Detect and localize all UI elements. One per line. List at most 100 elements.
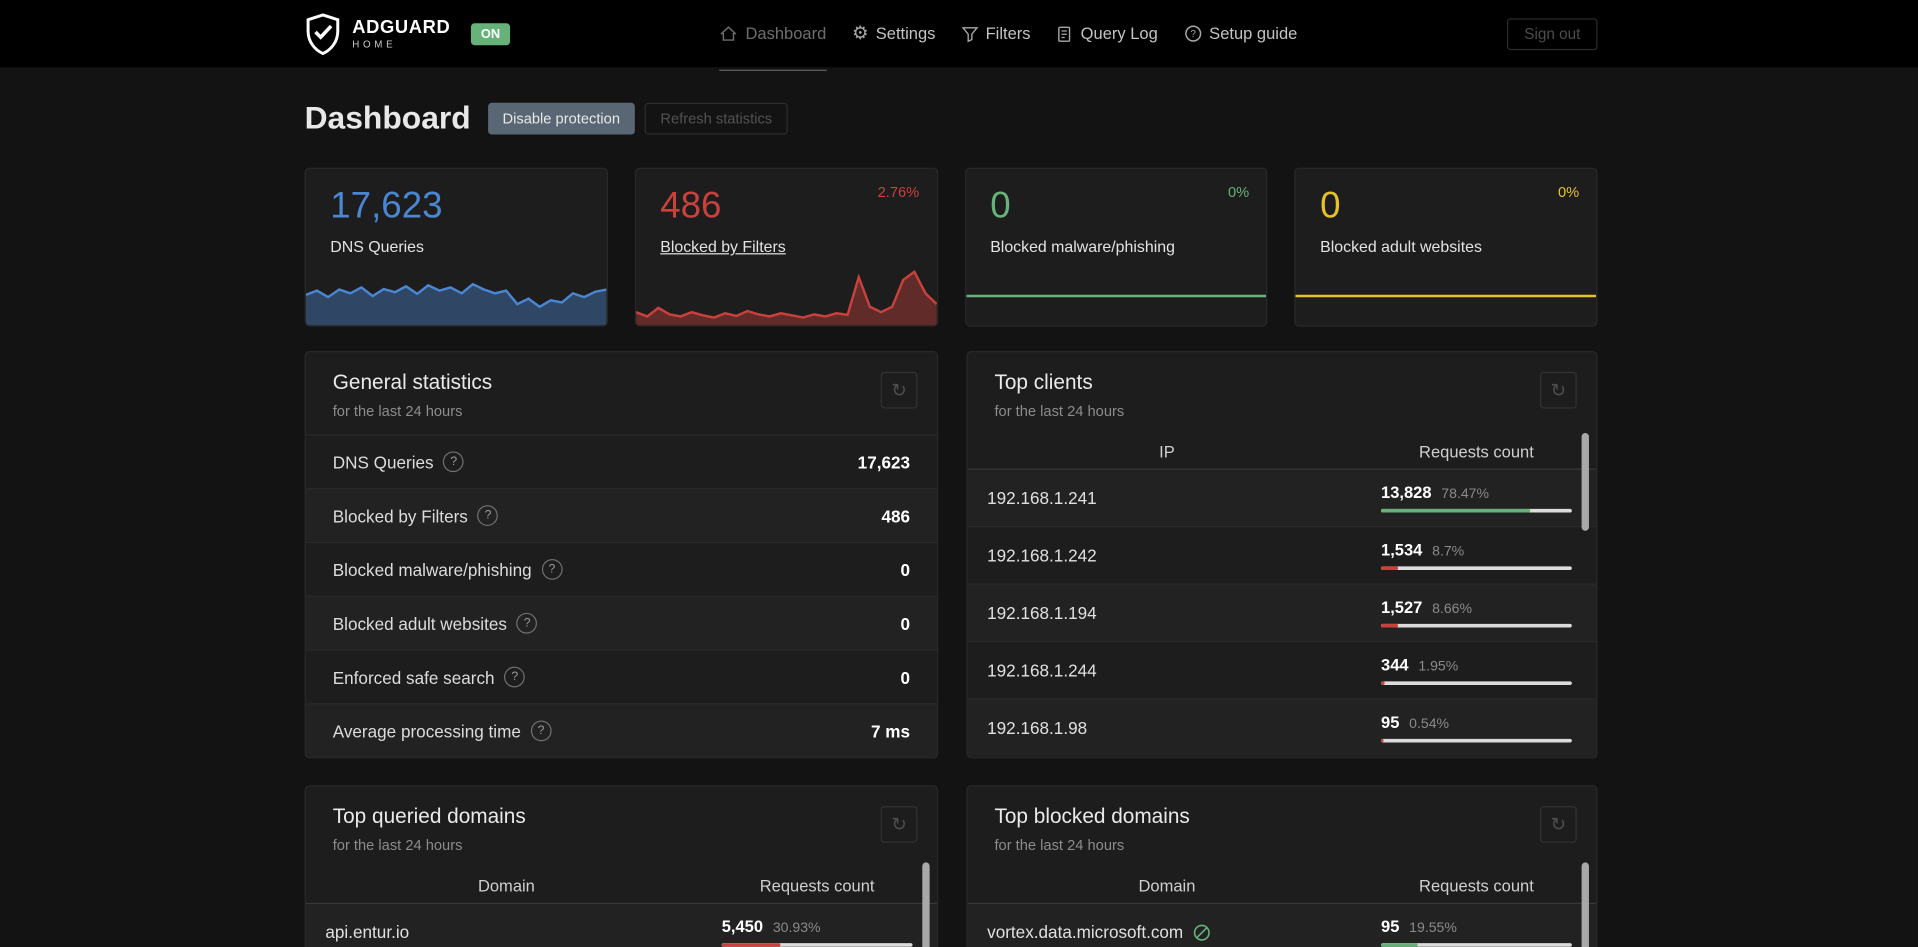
- blocked-malware-value: 0: [990, 185, 1011, 227]
- nav-dashboard[interactable]: Dashboard: [719, 0, 827, 71]
- top-clients-panel: Top clients for the last 24 hours ↻ IP R…: [966, 351, 1598, 759]
- stat-row: Blocked adult websites? 0: [305, 595, 937, 650]
- progress-bar: [1381, 943, 1572, 947]
- refresh-icon-button[interactable]: ↻: [880, 806, 918, 843]
- client-ip[interactable]: 192.168.1.244: [987, 661, 1097, 681]
- client-ip[interactable]: 192.168.1.242: [987, 546, 1097, 566]
- general-statistics-panel: General statistics for the last 24 hours…: [304, 351, 939, 759]
- stat-value: 486: [881, 505, 911, 526]
- domain-name[interactable]: api.entur.io: [325, 922, 409, 942]
- request-percent: 8.66%: [1432, 601, 1473, 617]
- stat-card-dns-queries: 17,623 DNS Queries: [304, 167, 608, 327]
- help-icon[interactable]: ?: [541, 559, 563, 580]
- blocked-malware-label: Blocked malware/phishing: [990, 237, 1175, 256]
- domain-name[interactable]: vortex.data.microsoft.com: [987, 922, 1183, 942]
- stat-card-blocked-filters: 486 Blocked by Filters 2.76%: [634, 167, 938, 327]
- refresh-icon: ↻: [891, 814, 907, 836]
- panel-title: Top queried domains: [332, 804, 526, 829]
- progress-bar: [1381, 566, 1572, 571]
- stat-cards: 17,623 DNS Queries 486 Blocked by Filter…: [304, 167, 1598, 327]
- nav-label: Settings: [875, 24, 936, 43]
- request-percent: 78.47%: [1441, 486, 1490, 502]
- client-row: 192.168.1.242 1,534 8.7%: [967, 525, 1597, 583]
- blocked-filters-percent: 2.76%: [877, 183, 920, 201]
- request-percent: 1.95%: [1418, 659, 1459, 674]
- header: ADGUARD HOME ON Dashboard ⚙ Settings Fil…: [0, 0, 1918, 71]
- stat-label: Enforced safe search: [332, 667, 495, 687]
- brand-name: ADGUARD: [352, 16, 451, 38]
- blocked-malware-sparkline: [965, 264, 1267, 325]
- refresh-icon-button[interactable]: ↻: [880, 371, 918, 409]
- nav-settings[interactable]: ⚙ Settings: [852, 0, 935, 67]
- stat-value: 7 ms: [871, 721, 911, 741]
- brand-sub: HOME: [352, 38, 397, 50]
- progress-bar: [1381, 623, 1572, 628]
- top-queried-rows: api.entur.io 5,450 30.93%: [306, 904, 937, 947]
- client-row: 192.168.1.98 95 0.54%: [967, 698, 1597, 755]
- help-icon[interactable]: ?: [477, 505, 499, 526]
- blocked-adult-percent: 0%: [1557, 183, 1580, 201]
- nav-setup-guide[interactable]: ? Setup guide: [1183, 0, 1297, 67]
- nav-label: Query Log: [1080, 24, 1158, 43]
- help-icon[interactable]: ?: [443, 451, 465, 473]
- scrollbar-thumb[interactable]: [922, 862, 930, 947]
- refresh-icon-button[interactable]: ↻: [1540, 371, 1577, 409]
- column-domain: Domain: [477, 876, 535, 895]
- help-icon[interactable]: ?: [530, 720, 552, 742]
- panel-subtitle: for the last 24 hours: [994, 402, 1125, 420]
- blocked-service-icon[interactable]: [1193, 923, 1211, 941]
- refresh-statistics-button[interactable]: Refresh statistics: [644, 102, 789, 134]
- blocked-filters-sparkline: [635, 264, 937, 326]
- svg-text:?: ?: [1190, 29, 1196, 40]
- panel-title: General statistics: [332, 370, 493, 394]
- table-header: Domain Requests count: [967, 868, 1597, 904]
- panel-title: Top blocked domains: [994, 804, 1190, 829]
- funnel-icon: [961, 25, 979, 42]
- client-ip[interactable]: 192.168.1.194: [987, 603, 1097, 623]
- stat-value: 0: [900, 613, 911, 634]
- gear-icon: ⚙: [851, 23, 869, 45]
- blocked-adult-sparkline: [1295, 264, 1597, 325]
- client-row: 192.168.1.244 344 1.95%: [967, 640, 1597, 698]
- refresh-icon: ↻: [891, 380, 907, 402]
- request-percent: 0.54%: [1409, 716, 1450, 732]
- sign-out-button[interactable]: Sign out: [1507, 17, 1598, 50]
- panel-title: Top clients: [994, 370, 1093, 394]
- top-blocked-domains-panel: Top blocked domains for the last 24 hour…: [966, 785, 1598, 947]
- nav-query-log[interactable]: Query Log: [1056, 0, 1158, 67]
- stat-card-blocked-malware: 0 Blocked malware/phishing 0%: [964, 167, 1268, 327]
- blocked-filters-link[interactable]: Blocked by Filters: [660, 237, 936, 255]
- request-percent: 30.93%: [772, 921, 821, 936]
- nav-filters[interactable]: Filters: [961, 0, 1031, 67]
- request-percent: 19.55%: [1409, 921, 1457, 936]
- refresh-icon: ↻: [1550, 380, 1567, 402]
- help-icon[interactable]: ?: [516, 612, 538, 634]
- client-ip[interactable]: 192.168.1.241: [987, 488, 1097, 508]
- nav-label: Setup guide: [1209, 24, 1298, 43]
- nav-label: Filters: [985, 24, 1031, 43]
- scrollbar-thumb[interactable]: [1581, 433, 1589, 531]
- page-title: Dashboard: [304, 99, 471, 136]
- column-ip: IP: [1159, 442, 1175, 461]
- table-header: Domain Requests count: [305, 868, 937, 904]
- client-ip[interactable]: 192.168.1.98: [987, 718, 1087, 738]
- stat-row: Blocked malware/phishing? 0: [305, 541, 937, 596]
- query-log-icon: [1056, 25, 1073, 42]
- stat-card-blocked-adult: 0 Blocked adult websites 0%: [1294, 167, 1598, 327]
- stat-row: DNS Queries? 17,623: [305, 434, 937, 488]
- top-queried-domains-panel: Top queried domains for the last 24 hour…: [304, 785, 939, 947]
- general-statistics-rows: DNS Queries? 17,623 Blocked by Filters? …: [305, 434, 937, 757]
- disable-protection-button[interactable]: Disable protection: [487, 102, 635, 134]
- progress-bar: [721, 943, 913, 947]
- nav-label: Dashboard: [745, 24, 827, 43]
- refresh-icon: ↻: [1550, 814, 1567, 836]
- help-icon[interactable]: ?: [504, 666, 526, 688]
- domain-row: vortex.data.microsoft.com 95 19.55%: [968, 904, 1597, 947]
- adguard-logo[interactable]: ADGUARD HOME ON: [305, 12, 510, 55]
- refresh-icon-button[interactable]: ↻: [1540, 806, 1577, 843]
- scrollbar-thumb[interactable]: [1581, 862, 1589, 947]
- stat-row: Enforced safe search? 0: [305, 649, 937, 704]
- request-count: 5,450: [721, 917, 764, 936]
- request-percent: 8.7%: [1432, 544, 1465, 560]
- shield-logo-icon: [305, 12, 342, 55]
